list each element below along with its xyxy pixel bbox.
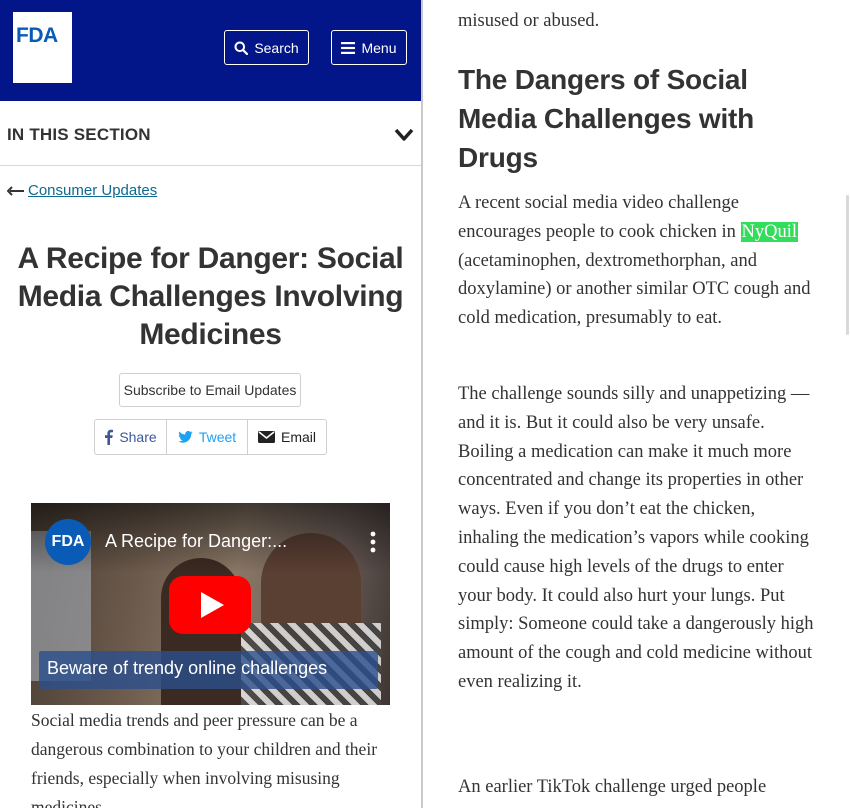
site-header: FDA Search Menu: [0, 0, 421, 101]
back-link[interactable]: Consumer Updates: [7, 182, 157, 199]
in-this-section-toggle[interactable]: IN THIS SECTION: [0, 101, 421, 166]
facebook-share-button[interactable]: Share: [95, 420, 167, 454]
back-link-label: Consumer Updates: [28, 182, 158, 199]
page-title: A Recipe for Danger: Social Media Challe…: [17, 242, 404, 351]
twitter-share-label: Tweet: [198, 429, 237, 445]
left-pane: FDA Search Menu IN THIS SECTION Consumer…: [0, 0, 421, 808]
right-pane: x misused or abused. The Dangers of Soci…: [423, 0, 850, 808]
fda-logo-text: FDA: [16, 24, 58, 47]
video-title[interactable]: A Recipe for Danger:...: [105, 531, 287, 552]
envelope-icon: [257, 431, 275, 443]
body-paragraph: An earlier TikTok challenge urged people: [458, 777, 767, 797]
previous-paragraph-fragment: x misused or abused.: [458, 0, 599, 36]
play-icon[interactable]: [169, 576, 251, 634]
video-player[interactable]: FDA A Recipe for Danger:... Beware of tr…: [31, 503, 390, 705]
twitter-icon: [178, 431, 193, 443]
body-paragraph: The challenge sounds silly and unappetiz…: [458, 384, 814, 692]
menu-button-label: Menu: [361, 39, 397, 56]
arrow-left-icon: [7, 185, 24, 196]
share-buttons: Share Tweet Email: [94, 419, 327, 455]
twitter-share-button[interactable]: Tweet: [167, 420, 248, 454]
subscribe-button[interactable]: Subscribe to Email Updates: [119, 373, 301, 407]
hamburger-icon: [341, 41, 356, 54]
highlighted-term: NyQuil: [740, 221, 799, 242]
paragraph-text: (acetaminophen, dextromethorphan, and do…: [458, 250, 811, 329]
search-button-label: Search: [254, 39, 299, 56]
menu-button[interactable]: Menu: [331, 30, 407, 65]
more-options-icon[interactable]: [369, 530, 377, 554]
video-caption: Beware of trendy online challenges: [47, 658, 328, 678]
body-paragraph: A recent social media video challenge en…: [458, 189, 818, 333]
intro-paragraph: Social media trends and peer pressure ca…: [31, 710, 378, 808]
scrollbar[interactable]: [846, 195, 849, 335]
chevron-down-icon: [394, 128, 414, 141]
previous-paragraph-end: misused or abused.: [458, 11, 600, 31]
channel-avatar[interactable]: FDA: [45, 519, 91, 565]
search-button[interactable]: Search: [224, 30, 309, 65]
section-heading: The Dangers of Social Media Challenges w…: [458, 64, 755, 173]
facebook-share-label: Share: [119, 429, 157, 445]
fda-logo[interactable]: FDA: [13, 12, 72, 83]
search-icon: [234, 41, 249, 55]
email-share-button[interactable]: Email: [248, 420, 326, 454]
facebook-icon: [105, 429, 114, 445]
section-nav-label: IN THIS SECTION: [7, 125, 151, 144]
paragraph-text: A recent social media video challenge en…: [458, 193, 741, 242]
email-share-label: Email: [280, 429, 316, 445]
